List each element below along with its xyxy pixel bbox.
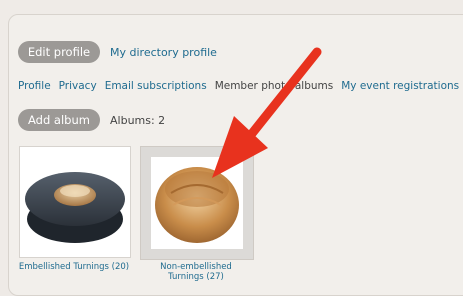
red-arrow-icon (212, 47, 322, 178)
page: Edit profile My directory profile Profil… (0, 0, 463, 296)
